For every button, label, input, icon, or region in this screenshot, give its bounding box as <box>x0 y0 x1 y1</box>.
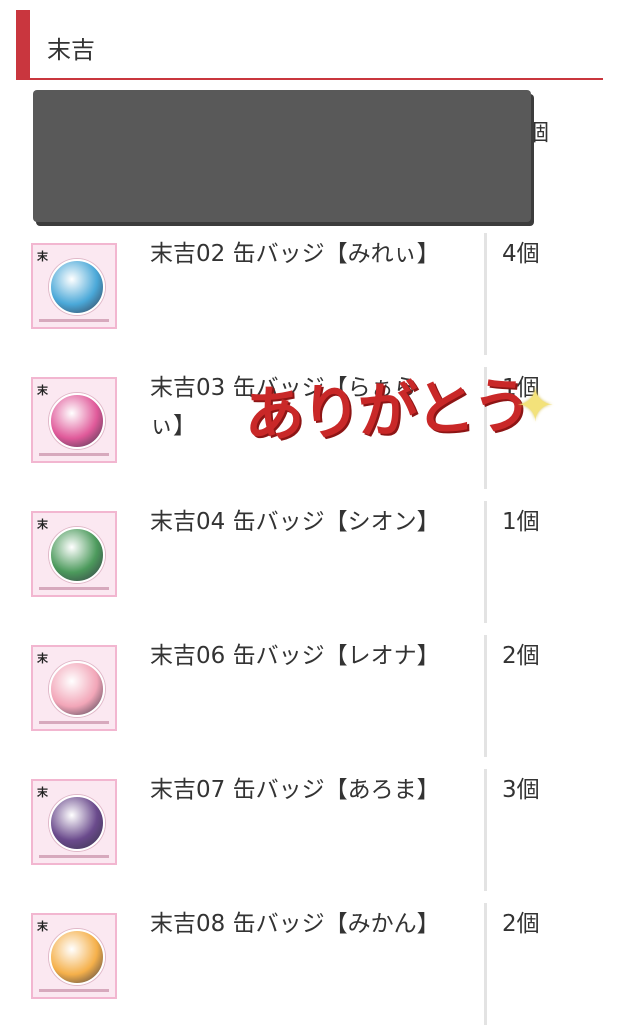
list-item[interactable]: 末 末吉02 缶バッジ【みれぃ】 4個 <box>0 233 619 363</box>
can-badge-image <box>49 259 105 315</box>
item-quantity: 3個 <box>502 777 540 803</box>
thumbnail-copyright-strip <box>39 721 109 724</box>
thumbnail-copyright-strip <box>39 989 109 992</box>
section-header: 末吉 <box>16 10 603 80</box>
list-item[interactable]: 末 末吉07 缶バッジ【あろま】 3個 <box>0 769 619 899</box>
can-badge-image <box>49 661 105 717</box>
thumbnail-brand-mark: 末 <box>37 786 48 799</box>
section-title: 末吉 <box>47 36 95 64</box>
item-name[interactable]: 末吉04 缶バッジ【シオン】 <box>150 503 440 541</box>
redaction-block <box>33 90 531 222</box>
can-badge-image <box>49 795 105 851</box>
column-divider <box>484 903 487 1025</box>
thumbnail-brand-mark: 末 <box>37 250 48 263</box>
item-name[interactable]: 末吉06 缶バッジ【レオナ】 <box>150 637 440 675</box>
list-item[interactable]: 末 末吉06 缶バッジ【レオナ】 2個 <box>0 635 619 765</box>
item-name[interactable]: 末吉08 缶バッジ【みかん】 <box>150 905 440 943</box>
thank-you-sticker: ありがとう <box>243 371 531 451</box>
can-badge-image <box>49 527 105 583</box>
can-badge-image <box>49 393 105 449</box>
thumbnail-brand-mark: 末 <box>37 384 48 397</box>
list-item[interactable]: 末 末吉08 缶バッジ【みかん】 2個 <box>0 903 619 1033</box>
column-divider <box>484 635 487 757</box>
thumbnail-brand-mark: 末 <box>37 920 48 933</box>
item-thumbnail[interactable]: 末 <box>31 913 117 999</box>
item-name[interactable]: 末吉02 缶バッジ【みれぃ】 <box>150 235 440 273</box>
item-quantity: 2個 <box>502 911 540 937</box>
sparkle-icon: ✦ <box>516 378 555 432</box>
thumbnail-brand-mark: 末 <box>37 652 48 665</box>
thumbnail-copyright-strip <box>39 587 109 590</box>
thumbnail-brand-mark: 末 <box>37 518 48 531</box>
item-thumbnail[interactable]: 末 <box>31 377 117 463</box>
item-thumbnail[interactable]: 末 <box>31 645 117 731</box>
section-accent-bar <box>16 10 30 80</box>
column-divider <box>484 233 487 355</box>
column-divider <box>484 769 487 891</box>
item-thumbnail[interactable]: 末 <box>31 779 117 865</box>
item-quantity: 1個 <box>502 509 540 535</box>
item-quantity: 4個 <box>502 241 540 267</box>
list-item[interactable]: 末 末吉04 缶バッジ【シオン】 1個 <box>0 501 619 631</box>
thumbnail-copyright-strip <box>39 855 109 858</box>
item-name[interactable]: 末吉07 缶バッジ【あろま】 <box>150 771 440 809</box>
item-thumbnail[interactable]: 末 <box>31 511 117 597</box>
thumbnail-copyright-strip <box>39 319 109 322</box>
item-thumbnail[interactable]: 末 <box>31 243 117 329</box>
can-badge-image <box>49 929 105 985</box>
column-divider <box>484 501 487 623</box>
thumbnail-copyright-strip <box>39 453 109 456</box>
item-quantity: 2個 <box>502 643 540 669</box>
